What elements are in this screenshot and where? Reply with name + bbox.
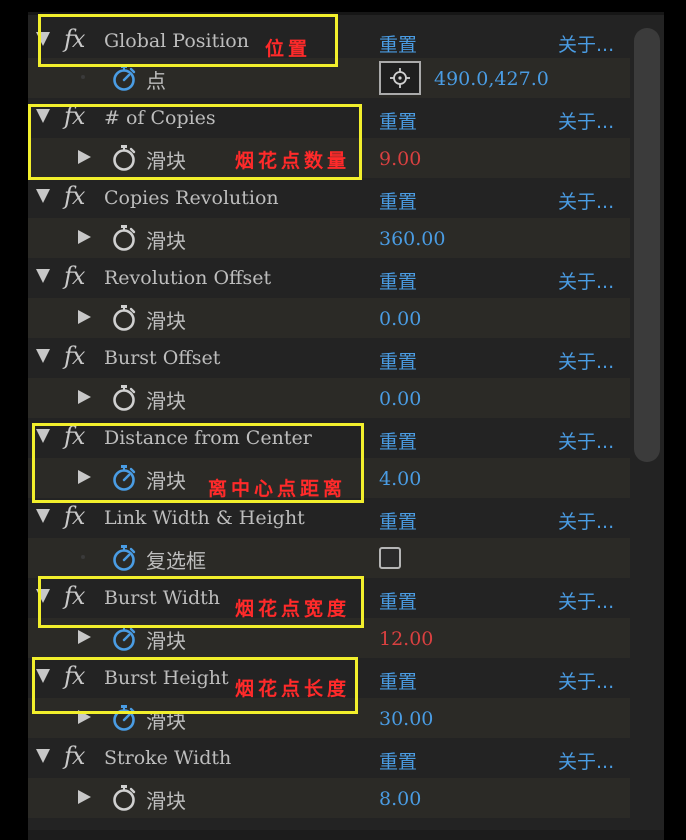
reset-button[interactable]: 重置 [379, 187, 417, 214]
effect-property-row[interactable]: 滑块 360.00 [28, 218, 630, 258]
expand-triangle-icon[interactable] [36, 189, 50, 203]
fx-icon[interactable]: fx [64, 502, 85, 530]
effect-row[interactable]: fx Copies Revolution 重置 关于... [28, 178, 630, 218]
expand-triangle-icon[interactable] [36, 749, 50, 763]
about-button[interactable]: 关于... [558, 427, 614, 454]
point-target-button[interactable] [379, 61, 421, 95]
fx-icon[interactable]: fx [64, 742, 85, 770]
vertical-scrollbar[interactable] [634, 28, 660, 462]
slider-value[interactable]: 30.00 [379, 708, 433, 730]
property-label: 滑块 [146, 389, 186, 413]
slider-value[interactable]: 8.00 [379, 788, 421, 810]
slider-value[interactable]: 9.00 [379, 148, 421, 170]
stopwatch-icon[interactable] [111, 624, 137, 652]
annotation-text: 位置 [265, 38, 312, 60]
effect-property-row[interactable]: 滑块 8.00 [28, 778, 630, 818]
about-button[interactable]: 关于... [558, 667, 614, 694]
reset-button[interactable]: 重置 [379, 667, 417, 694]
expand-right-triangle-icon[interactable] [78, 630, 91, 644]
expand-triangle-icon[interactable] [36, 509, 50, 523]
stopwatch-icon[interactable] [111, 224, 137, 252]
annotation-text: 离中心点距离 [208, 478, 347, 500]
tree-dot-icon [81, 75, 85, 79]
about-button[interactable]: 关于... [558, 747, 614, 774]
fx-icon[interactable]: fx [64, 182, 85, 210]
effect-name: Copies Revolution [104, 187, 279, 209]
reset-button[interactable]: 重置 [379, 347, 417, 374]
slider-value[interactable]: 360.00 [379, 228, 445, 250]
stopwatch-icon[interactable] [111, 64, 137, 92]
about-button[interactable]: 关于... [558, 587, 614, 614]
point-value[interactable]: 490.0,427.0 [434, 68, 549, 90]
slider-value[interactable]: 4.00 [379, 468, 421, 490]
slider-value[interactable]: 0.00 [379, 308, 421, 330]
property-label: 复选框 [146, 549, 206, 573]
effect-row[interactable]: fx Link Width & Height 重置 关于... [28, 498, 630, 538]
annotation-text: 烟花点数量 [235, 150, 351, 172]
property-label: 滑块 [146, 789, 186, 813]
about-button[interactable]: 关于... [558, 107, 614, 134]
reset-button[interactable]: 重置 [379, 507, 417, 534]
about-button[interactable]: 关于... [558, 187, 614, 214]
expand-triangle-icon[interactable] [36, 349, 50, 363]
stopwatch-icon[interactable] [111, 384, 137, 412]
panel-bottom-strip [28, 830, 664, 840]
checkbox[interactable] [379, 547, 401, 569]
reset-button[interactable]: 重置 [379, 427, 417, 454]
reset-button[interactable]: 重置 [379, 107, 417, 134]
about-button[interactable]: 关于... [558, 30, 614, 57]
effect-row[interactable]: fx Revolution Offset 重置 关于... [28, 258, 630, 298]
about-button[interactable]: 关于... [558, 267, 614, 294]
expand-triangle-icon[interactable] [36, 269, 50, 283]
property-label: 点 [146, 69, 166, 93]
effect-name: Stroke Width [104, 747, 232, 769]
effect-row[interactable]: fx Burst Offset 重置 关于... [28, 338, 630, 378]
crosshair-icon [390, 68, 410, 88]
fx-icon[interactable]: fx [64, 342, 85, 370]
annotation-text: 烟花点长度 [235, 678, 351, 700]
about-button[interactable]: 关于... [558, 507, 614, 534]
reset-button[interactable]: 重置 [379, 747, 417, 774]
property-label: 滑块 [146, 629, 186, 653]
effect-name: Link Width & Height [104, 507, 305, 529]
about-button[interactable]: 关于... [558, 347, 614, 374]
property-label: 滑块 [146, 309, 186, 333]
expand-right-triangle-icon[interactable] [78, 230, 91, 244]
expand-right-triangle-icon[interactable] [78, 390, 91, 404]
effect-property-row[interactable]: 滑块 0.00 [28, 378, 630, 418]
slider-value[interactable]: 0.00 [379, 388, 421, 410]
effect-property-row[interactable]: 复选框 [28, 538, 630, 578]
expand-right-triangle-icon[interactable] [78, 310, 91, 324]
fx-icon[interactable]: fx [64, 262, 85, 290]
expand-right-triangle-icon[interactable] [78, 790, 91, 804]
slider-value[interactable]: 12.00 [379, 628, 433, 650]
effect-property-row[interactable]: 滑块 0.00 [28, 298, 630, 338]
annotation-text: 烟花点宽度 [235, 598, 351, 620]
stopwatch-icon[interactable] [111, 304, 137, 332]
effect-row[interactable]: fx Stroke Width 重置 关于... [28, 738, 630, 778]
effect-name: Burst Offset [104, 347, 221, 369]
stopwatch-icon[interactable] [111, 784, 137, 812]
effect-name: Revolution Offset [104, 267, 272, 289]
property-label: 滑块 [146, 229, 186, 253]
reset-button[interactable]: 重置 [379, 30, 417, 57]
reset-button[interactable]: 重置 [379, 587, 417, 614]
tree-dot-icon [81, 555, 85, 559]
reset-button[interactable]: 重置 [379, 267, 417, 294]
stopwatch-icon[interactable] [111, 544, 137, 572]
